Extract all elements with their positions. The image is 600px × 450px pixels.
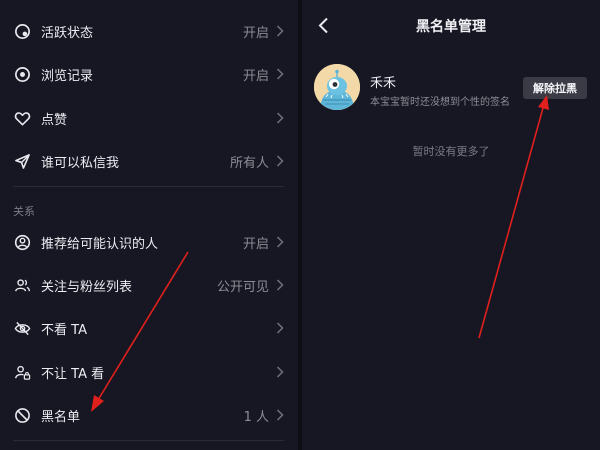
setting-label: 点赞	[41, 112, 68, 128]
activity-status-icon	[13, 22, 31, 40]
blocked-user-signature: 本宝宝暂时还没想到个性的签名	[370, 97, 510, 108]
setting-dont-let-them-see[interactable]: 不让 TA 看	[0, 352, 298, 392]
section-label-relations: 关系	[13, 205, 35, 218]
setting-label: 黑名单	[41, 409, 81, 425]
setting-label: 不让 TA 看	[41, 366, 105, 382]
setting-browse-history[interactable]: 浏览记录 开启	[0, 54, 298, 94]
setting-recommend-to-acquaintances[interactable]: 推荐给可能认识的人 开启	[0, 222, 298, 262]
setting-value: 所有人	[229, 155, 269, 171]
setting-blacklist[interactable]: 黑名单 1 人	[0, 395, 298, 435]
chevron-right-icon	[276, 235, 286, 249]
chevron-right-icon	[276, 154, 286, 168]
heart-icon	[13, 109, 31, 127]
setting-label: 活跃状态	[41, 25, 94, 41]
section-divider	[13, 186, 284, 187]
eye-icon	[13, 65, 31, 83]
setting-label: 推荐给可能认识的人	[41, 236, 159, 252]
setting-activity-status[interactable]: 活跃状态 开启	[0, 11, 298, 51]
chevron-right-icon	[276, 408, 286, 422]
avatar-image	[314, 64, 360, 110]
blacklist-management-panel: 黑名单管理 禾禾 本宝宝暂时还没想到个性的签名 解除拉黑 暂时没有更多了	[302, 0, 600, 450]
block-icon	[13, 406, 31, 424]
chevron-right-icon	[276, 278, 286, 292]
send-icon	[13, 152, 31, 170]
unblock-button[interactable]: 解除拉黑	[523, 77, 587, 99]
user-lock-icon	[13, 363, 31, 381]
setting-follow-fans-list[interactable]: 关注与粉丝列表 公开可见	[0, 265, 298, 305]
setting-value: 1 人	[243, 409, 269, 425]
setting-dont-see-them[interactable]: 不看 TA	[0, 308, 298, 348]
section-divider	[13, 440, 284, 441]
user-circle-icon	[13, 233, 31, 251]
privacy-settings-panel: 活跃状态 开启 浏览记录 开启 点赞 谁可以私信我 所有人 关系 推荐给可能认识…	[0, 0, 298, 450]
setting-value: 开启	[242, 25, 269, 41]
setting-value: 开启	[242, 236, 269, 252]
setting-label: 关注与粉丝列表	[41, 279, 133, 295]
chevron-right-icon	[276, 321, 286, 335]
chevron-right-icon	[276, 67, 286, 81]
chevron-right-icon	[276, 24, 286, 38]
setting-who-can-message[interactable]: 谁可以私信我 所有人	[0, 141, 298, 181]
eye-off-icon	[13, 319, 31, 337]
empty-list-hint: 暂时没有更多了	[412, 145, 490, 158]
page-title: 黑名单管理	[416, 19, 486, 35]
setting-label: 浏览记录	[41, 68, 94, 84]
setting-label: 不看 TA	[41, 322, 87, 338]
chevron-right-icon	[276, 111, 286, 125]
chevron-right-icon	[276, 365, 286, 379]
blocked-user-name: 禾禾	[370, 76, 397, 91]
setting-likes[interactable]: 点赞	[0, 98, 298, 138]
avatar[interactable]	[314, 64, 360, 110]
setting-value: 开启	[242, 68, 269, 84]
users-icon	[13, 276, 31, 294]
setting-label: 谁可以私信我	[41, 155, 120, 171]
setting-value: 公开可见	[216, 279, 269, 295]
